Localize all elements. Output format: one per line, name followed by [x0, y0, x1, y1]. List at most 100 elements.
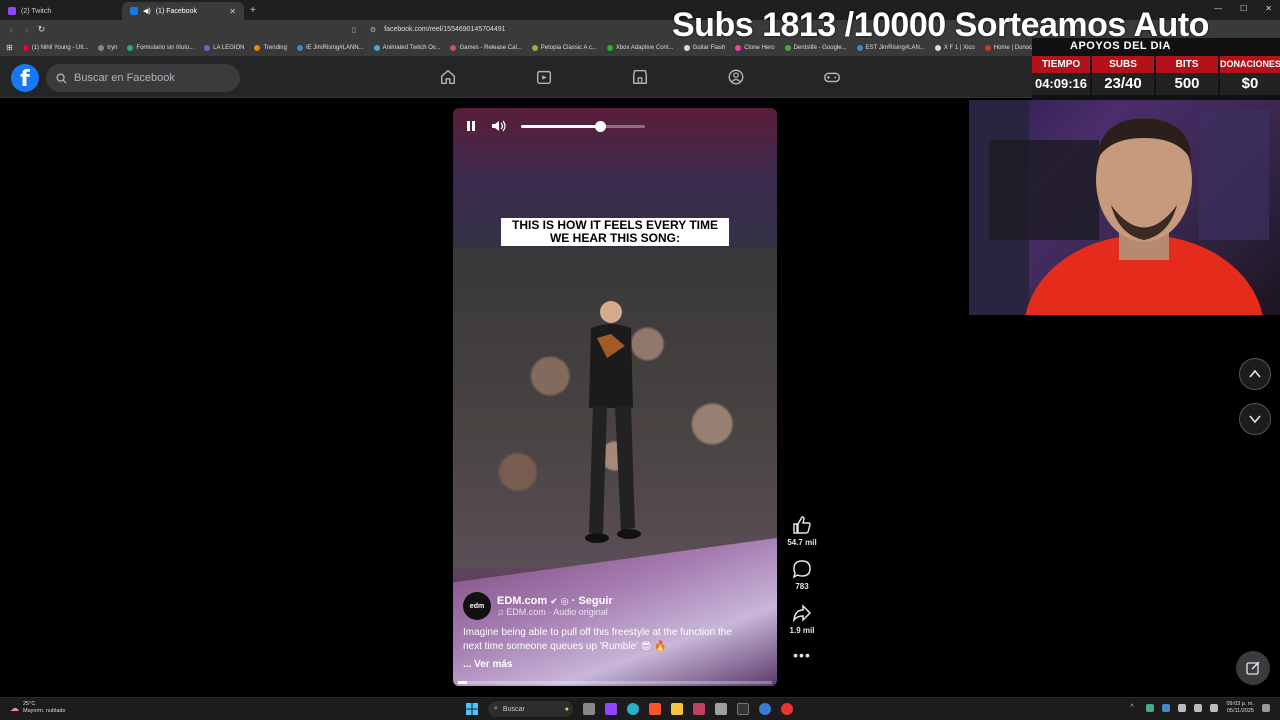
dancer-figure — [585, 301, 641, 543]
close-tab-icon[interactable]: ✕ — [229, 7, 236, 16]
taskbar-search-label: Buscar — [502, 705, 525, 713]
comment-icon — [792, 560, 811, 579]
new-message-button[interactable] — [1236, 651, 1270, 685]
bookmark-item[interactable]: tryn — [98, 44, 117, 51]
maximize-icon[interactable]: ☐ — [1240, 4, 1247, 13]
address-bar[interactable]: ▯ ⚙ facebook.com/reel/1554690145704491 — [352, 22, 672, 37]
volume-slider[interactable] — [521, 120, 645, 132]
volume-fill — [521, 124, 601, 128]
back-icon[interactable]: ‹ — [4, 25, 19, 35]
bookmark-item[interactable]: Games - Release Cal... — [450, 44, 522, 51]
edge-icon[interactable] — [627, 703, 639, 715]
bookmark-item[interactable]: Guitar Flash — [683, 44, 726, 51]
share-button[interactable]: 1.9 mil — [782, 603, 822, 635]
bookmark-favicon-icon — [934, 44, 941, 51]
previous-reel-button[interactable] — [1239, 358, 1271, 390]
wifi-icon[interactable] — [1178, 704, 1187, 712]
bookmark-item[interactable]: (1) Nihil Young - Ult... — [22, 44, 88, 51]
avatar[interactable]: edm — [463, 592, 491, 620]
see-more-link[interactable]: ... Ver más — [463, 659, 512, 670]
reload-icon[interactable]: ↻ — [34, 24, 49, 35]
like-button[interactable]: 54.7 mil — [782, 515, 822, 547]
video-icon — [536, 70, 552, 85]
bookmark-label: Dentslife - Google... — [793, 44, 847, 51]
tray-app-icon[interactable] — [1162, 704, 1171, 712]
video-caption: THIS IS HOW IT FEELS EVERY TIME WE HEAR … — [501, 218, 729, 246]
nav-video[interactable] — [496, 64, 592, 90]
bookmark-favicon-icon — [984, 44, 991, 51]
forward-icon[interactable]: › — [19, 25, 34, 35]
follow-button[interactable]: Seguir — [578, 595, 612, 607]
bookmark-item[interactable]: Animated Twitch Ov... — [373, 44, 440, 51]
video-progress-bar[interactable] — [458, 681, 772, 684]
nav-home[interactable] — [400, 64, 496, 90]
stat-label: DONACIONES — [1220, 56, 1280, 73]
weather-widget[interactable]: ☁ 25°C Mayorm. nublado — [10, 701, 66, 715]
brave-icon[interactable] — [649, 703, 661, 715]
taskbar-search[interactable]: ⌕ Buscar ● — [488, 701, 573, 717]
gaming-icon — [824, 72, 840, 83]
nav-groups[interactable] — [688, 64, 784, 90]
battery-icon[interactable] — [1210, 704, 1219, 712]
streamer-silhouette — [969, 100, 1269, 315]
new-tab-button[interactable]: + — [250, 5, 256, 16]
bookmark-item[interactable]: IE JimRising#LANN... — [296, 44, 364, 51]
bookmark-item[interactable]: Formulario sin título... — [127, 44, 194, 51]
file-explorer-icon[interactable] — [671, 703, 683, 715]
bookmark-favicon-icon — [683, 44, 690, 51]
bookmark-item[interactable]: Petopia Classic A c... — [531, 44, 597, 51]
app-icon[interactable] — [737, 703, 749, 715]
nav-gaming[interactable] — [784, 64, 880, 90]
reel-description: Imagine being able to pull off this free… — [463, 626, 763, 654]
author-name[interactable]: EDM.com — [497, 595, 547, 607]
date: 05/11/2025 — [1226, 708, 1254, 714]
app-icon[interactable] — [715, 703, 727, 715]
audio-line[interactable]: ♫ EDM.com · Audio original — [497, 607, 613, 617]
bookmark-page-icon[interactable]: ▯ — [352, 26, 356, 34]
progress-fill — [458, 681, 468, 684]
bookmark-label: Guitar Flash — [692, 44, 726, 51]
taskbar: ☁ 25°C Mayorm. nublado ⌕ Buscar ● ^ 09:0… — [0, 697, 1280, 720]
app-icon[interactable] — [759, 703, 771, 715]
clock[interactable]: 09:03 p. m. 05/11/2025 — [1226, 701, 1254, 715]
tab-facebook[interactable]: ◀) (1) Facebook ✕ — [122, 2, 244, 20]
app-icon[interactable] — [781, 703, 793, 715]
tray-app-icon[interactable] — [1146, 704, 1155, 712]
pause-icon[interactable] — [465, 120, 477, 132]
bookmark-item[interactable]: EST JimRising#LAN... — [856, 44, 925, 51]
stat-donations: DONACIONES $0 — [1220, 56, 1280, 96]
volume-knob[interactable] — [595, 120, 607, 132]
chevron-up-icon[interactable]: ^ — [1130, 704, 1138, 712]
notifications-icon[interactable] — [1262, 704, 1270, 712]
tab-twitch[interactable]: (2) Twitch — [0, 2, 122, 20]
twitch-app-icon[interactable] — [605, 703, 617, 715]
bookmark-favicon-icon — [606, 44, 613, 51]
site-info-icon[interactable]: ⚙ — [370, 26, 376, 34]
thumbs-up-icon — [793, 516, 811, 534]
bookmark-item[interactable]: Home | Donoclip — [984, 44, 1038, 51]
comment-button[interactable]: 783 — [782, 559, 822, 591]
next-reel-button[interactable] — [1239, 403, 1271, 435]
bookmark-item[interactable]: LA LEGION — [204, 44, 244, 51]
windows-start-icon[interactable] — [466, 703, 478, 715]
reel-video[interactable]: THIS IS HOW IT FEELS EVERY TIME WE HEAR … — [453, 108, 777, 686]
bookmark-item[interactable]: Clone Hero — [735, 44, 775, 51]
bookmark-item[interactable]: Trending — [254, 44, 287, 51]
minimize-icon[interactable]: — — [1214, 4, 1222, 13]
volume-icon[interactable] — [1194, 704, 1203, 712]
volume-icon[interactable] — [491, 120, 507, 132]
bookmark-item[interactable]: Xbox Adaptive Cont... — [606, 44, 674, 51]
apps-icon[interactable]: ⊞ — [6, 43, 13, 52]
nav-marketplace[interactable] — [592, 64, 688, 90]
close-window-icon[interactable]: ✕ — [1265, 4, 1272, 13]
facebook-logo[interactable]: f — [11, 64, 39, 92]
stat-label: BITS — [1156, 56, 1218, 73]
search-input[interactable]: Buscar en Facebook — [46, 64, 240, 92]
bookmark-item[interactable]: Dentslife - Google... — [784, 44, 847, 51]
task-view-icon[interactable] — [583, 703, 595, 715]
bookmark-label: Xbox Adaptive Cont... — [615, 44, 674, 51]
app-icon[interactable] — [693, 703, 705, 715]
globe-icon: ◎ — [560, 596, 569, 606]
more-options-button[interactable]: ••• — [782, 647, 822, 663]
bookmark-item[interactable]: X F 1 | Xico — [934, 44, 975, 51]
